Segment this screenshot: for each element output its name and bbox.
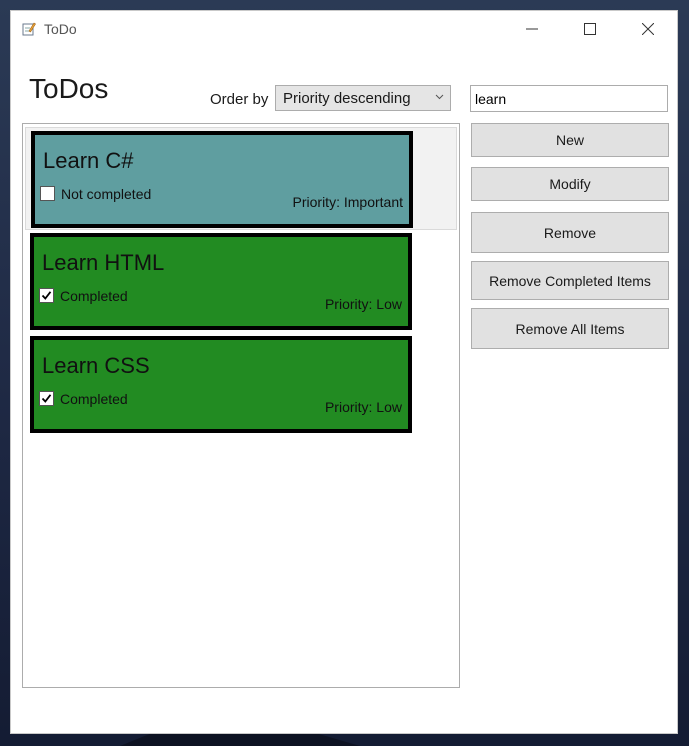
checkmark-icon <box>41 394 52 403</box>
remove-completed-button[interactable]: Remove Completed Items <box>471 261 669 300</box>
title-bar: ToDo <box>11 11 677 47</box>
order-by-select[interactable]: Priority descending <box>275 85 451 111</box>
app-window: ToDo ToDos Order by Priority descending … <box>10 10 678 734</box>
todo-priority: Priority: Low <box>324 399 402 415</box>
modify-button[interactable]: Modify <box>471 167 669 201</box>
todo-title: Learn HTML <box>42 250 165 275</box>
chevron-down-icon <box>435 94 444 100</box>
todo-card: Learn HTML Completed Priority: Low <box>30 233 412 330</box>
list-item[interactable]: Learn CSS Completed Priority: Low <box>25 333 457 436</box>
completed-checkbox[interactable] <box>40 186 55 201</box>
list-item[interactable]: Learn HTML Completed Priority: Low <box>25 230 457 333</box>
order-by-label: Order by <box>210 91 269 108</box>
page-title: ToDos <box>29 73 109 104</box>
todo-card: Learn C# Not completed Priority: Importa… <box>31 131 413 228</box>
search-input[interactable] <box>470 85 668 112</box>
todo-priority: Priority: Important <box>292 194 403 210</box>
completed-checkbox[interactable] <box>39 288 54 303</box>
order-by-value: Priority descending <box>283 90 411 107</box>
todo-status: Not completed <box>61 186 152 202</box>
list-item[interactable]: Learn C# Not completed Priority: Importa… <box>25 127 457 230</box>
maximize-icon <box>584 23 596 35</box>
minimize-icon <box>526 28 538 30</box>
todo-status: Completed <box>60 288 128 304</box>
checkmark-icon <box>41 291 52 300</box>
maximize-button[interactable] <box>561 11 619 47</box>
app-icon <box>22 22 36 36</box>
todo-title: Learn C# <box>43 148 134 173</box>
remove-button[interactable]: Remove <box>471 212 669 253</box>
todo-status: Completed <box>60 391 128 407</box>
todo-card: Learn CSS Completed Priority: Low <box>30 336 412 433</box>
remove-all-button[interactable]: Remove All Items <box>471 308 669 349</box>
close-icon <box>642 23 654 35</box>
close-button[interactable] <box>619 11 677 47</box>
window-title: ToDo <box>44 21 77 37</box>
todo-list[interactable]: Learn C# Not completed Priority: Importa… <box>22 123 460 688</box>
completed-checkbox[interactable] <box>39 391 54 406</box>
minimize-button[interactable] <box>503 11 561 47</box>
todo-title: Learn CSS <box>42 353 150 378</box>
new-button[interactable]: New <box>471 123 669 157</box>
todo-priority: Priority: Low <box>324 296 402 312</box>
